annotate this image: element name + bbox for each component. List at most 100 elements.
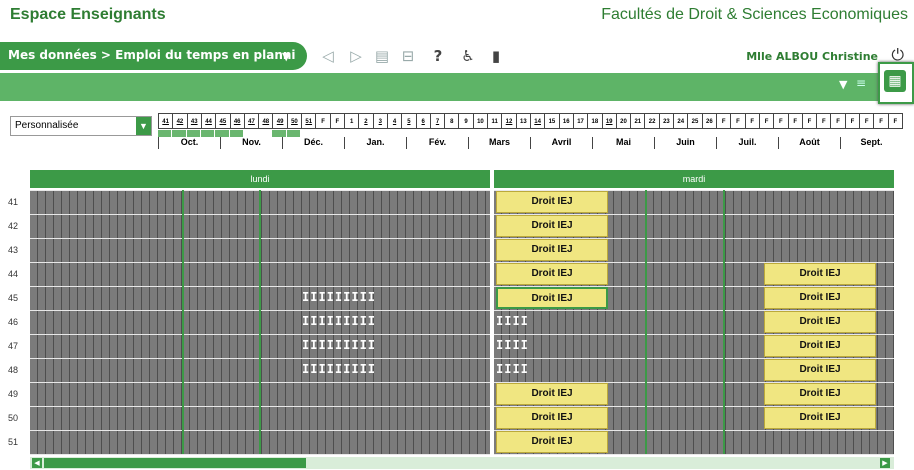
week-cell[interactable]: 13 — [515, 113, 531, 129]
week-cell[interactable]: F — [758, 113, 775, 129]
course-block[interactable]: Droit IEJ — [496, 191, 608, 213]
course-block[interactable]: Droit IEJ — [764, 383, 876, 405]
course-block[interactable]: Droit IEJ — [496, 239, 608, 261]
week-cell[interactable]: F — [329, 113, 345, 129]
week-cell[interactable]: 44 — [200, 113, 217, 129]
hour-marker — [259, 190, 261, 454]
week-cell[interactable]: 21 — [630, 113, 646, 129]
hour-marker — [645, 190, 647, 454]
week-cell[interactable]: 22 — [644, 113, 660, 129]
week-cell[interactable]: 3 — [372, 113, 388, 129]
grid-view-button[interactable]: ▦ — [878, 62, 914, 104]
planning-grid-mardi[interactable]: IIII IIII IIII Droit IEJ Droit IEJ Droit IEJ D… — [494, 190, 894, 455]
week-cell[interactable]: 4 — [386, 113, 403, 129]
week-cell[interactable]: F — [315, 113, 331, 129]
planning-grid-lundi[interactable]: IIIIIIIII IIIIIIIII IIIIIIIII IIIIIIIII — [30, 190, 490, 455]
triangle-right-icon[interactable]: ▷ — [346, 46, 366, 66]
scroll-right-icon[interactable]: ▶ — [880, 458, 890, 468]
week-cell[interactable]: F — [844, 113, 861, 129]
course-block[interactable]: Droit IEJ — [496, 263, 608, 285]
triangle-left-icon[interactable]: ◁ — [318, 46, 338, 66]
week-cell[interactable]: 10 — [472, 113, 489, 129]
week-cell[interactable]: 16 — [558, 113, 574, 129]
week-cell[interactable]: 17 — [572, 113, 589, 129]
week-cell[interactable]: F — [830, 113, 846, 129]
course-block[interactable]: Droit IEJ — [764, 311, 876, 333]
availability-marks: IIII — [496, 362, 529, 376]
month-label: Mars — [468, 137, 530, 149]
week-cell[interactable]: 43 — [186, 113, 202, 129]
week-cell[interactable]: 1 — [344, 113, 360, 129]
print-icon[interactable]: ⊟ — [398, 46, 418, 66]
week-cell[interactable]: 15 — [544, 113, 560, 129]
week-cell[interactable]: 49 — [272, 113, 288, 129]
week-cell[interactable]: 50 — [286, 113, 303, 129]
week-cell[interactable]: 47 — [243, 113, 260, 129]
course-block[interactable]: Droit IEJ — [496, 431, 608, 453]
week-cell[interactable]: F — [787, 113, 803, 129]
week-cell[interactable]: 14 — [530, 113, 546, 129]
chevron-down-icon[interactable]: ▼ — [282, 50, 290, 63]
week-cell[interactable]: 5 — [401, 113, 417, 129]
course-block[interactable]: Droit IEJ — [496, 215, 608, 237]
course-block[interactable]: Droit IEJ — [496, 287, 608, 309]
week-cell[interactable]: 25 — [687, 113, 703, 129]
list-icon[interactable]: ≡ — [856, 76, 866, 90]
week-cell[interactable]: 18 — [587, 113, 603, 129]
week-cell[interactable]: 41 — [158, 113, 174, 129]
scrollbar-thumb[interactable] — [44, 458, 306, 468]
course-block[interactable]: Droit IEJ — [496, 407, 608, 429]
course-block[interactable]: Droit IEJ — [496, 383, 608, 405]
week-cell[interactable]: 24 — [673, 113, 689, 129]
week-cell[interactable]: 45 — [215, 113, 231, 129]
week-cell[interactable]: F — [730, 113, 746, 129]
week-cell[interactable]: 23 — [658, 113, 675, 129]
course-block[interactable]: Droit IEJ — [764, 335, 876, 357]
mobile-icon[interactable]: ▮ — [486, 46, 506, 66]
week-cell[interactable]: 6 — [415, 113, 431, 129]
week-cell[interactable]: 51 — [301, 113, 317, 129]
accessibility-icon[interactable]: ♿ — [458, 46, 478, 66]
week-cell[interactable]: F — [859, 113, 875, 129]
week-cell[interactable]: F — [716, 113, 732, 129]
week-cell[interactable]: 12 — [501, 113, 517, 129]
course-block[interactable]: Droit IEJ — [764, 407, 876, 429]
week-cell[interactable]: 26 — [701, 113, 717, 129]
row-label: 42 — [8, 221, 19, 231]
view-select[interactable]: Personnalisée ▼ — [10, 116, 152, 136]
breadcrumb[interactable]: Mes données > Emploi du temps en planni — [8, 48, 296, 62]
week-cell[interactable]: 20 — [615, 113, 632, 129]
document-icon[interactable]: ▤ — [372, 46, 392, 66]
week-cell[interactable]: F — [816, 113, 832, 129]
help-icon[interactable]: ? — [428, 46, 448, 66]
course-block[interactable]: Droit IEJ — [764, 287, 876, 309]
week-cell[interactable]: 7 — [429, 113, 446, 129]
user-name[interactable]: Mlle ALBOU Christine — [746, 50, 878, 63]
month-label: Nov. — [220, 137, 282, 149]
week-cell[interactable]: 42 — [172, 113, 188, 129]
scroll-left-icon[interactable]: ◀ — [32, 458, 42, 468]
month-label: Oct. — [158, 137, 220, 149]
week-cell[interactable]: 2 — [358, 113, 374, 129]
chevron-down-icon[interactable]: ▼ — [136, 117, 151, 135]
course-block[interactable]: Droit IEJ — [764, 359, 876, 381]
week-cell[interactable]: 19 — [601, 113, 617, 129]
week-cell[interactable]: F — [887, 113, 903, 129]
week-cell[interactable]: F — [873, 113, 889, 129]
course-block[interactable]: Droit IEJ — [764, 263, 876, 285]
week-cell[interactable]: 46 — [229, 113, 245, 129]
week-selected-bar — [272, 130, 287, 137]
week-selected-bar — [229, 130, 244, 137]
row-label: 48 — [8, 365, 19, 375]
week-cell[interactable]: 48 — [258, 113, 274, 129]
month-label: Fév. — [406, 137, 468, 149]
week-cell[interactable]: F — [773, 113, 789, 129]
week-cell[interactable]: 11 — [487, 113, 503, 129]
week-cell[interactable]: 8 — [444, 113, 460, 129]
week-cell[interactable]: F — [744, 113, 760, 129]
filter-icon[interactable]: ▼ — [839, 78, 853, 94]
week-cell[interactable]: F — [801, 113, 818, 129]
row-label: 46 — [8, 317, 19, 327]
week-cell[interactable]: 9 — [458, 113, 474, 129]
row-label: 51 — [8, 437, 19, 447]
